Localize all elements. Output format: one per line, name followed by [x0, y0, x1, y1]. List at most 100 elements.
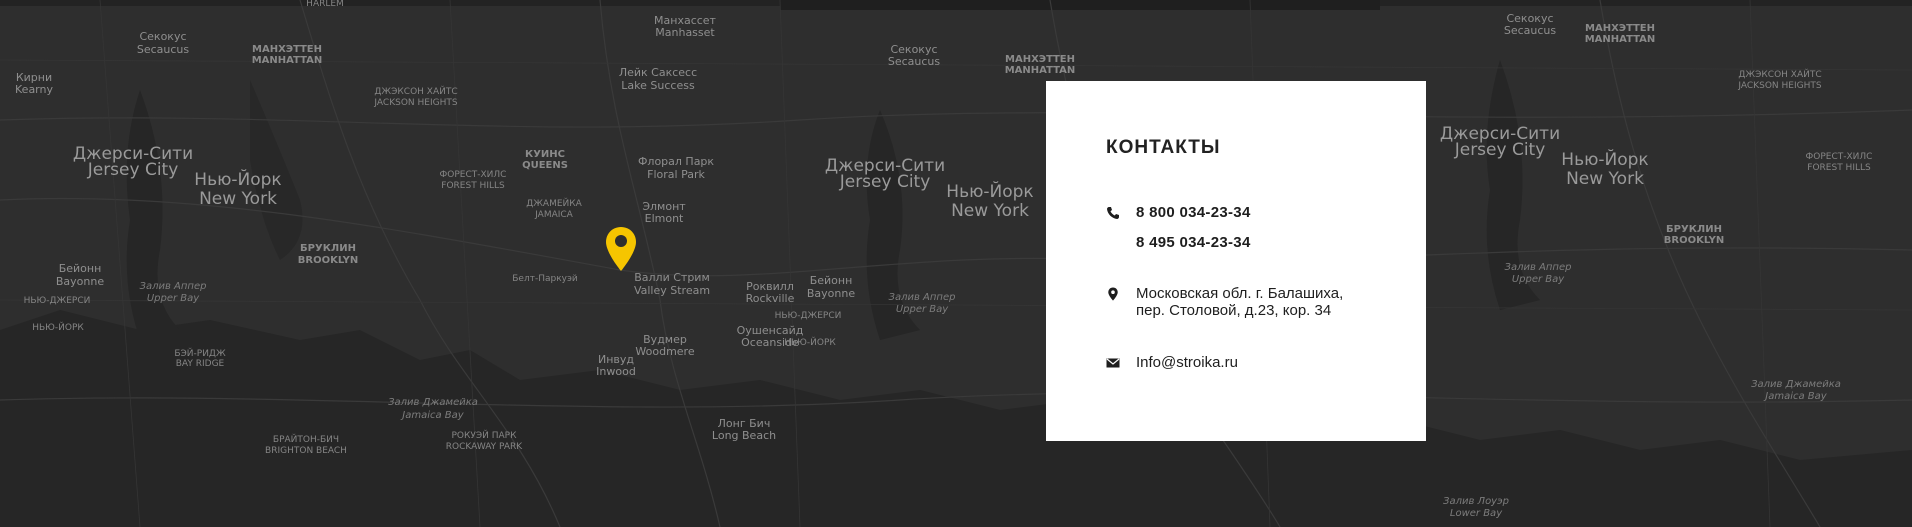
- map-label: FOREST HILLS: [441, 181, 505, 191]
- contacts-title: КОНТАКТЫ: [1106, 137, 1221, 158]
- map-label: Kearny: [15, 83, 53, 96]
- map-label: Залив Лоуэр: [1443, 496, 1509, 507]
- map-label: Манхассет: [654, 14, 716, 27]
- phone-icon: [1107, 207, 1119, 219]
- map-label: Нью-Йорк: [194, 170, 282, 190]
- map-label: Upper Bay: [146, 293, 200, 304]
- map-label: Bayonne: [55, 275, 105, 288]
- map-label: Jersey City: [839, 172, 931, 192]
- map-label: MANHATTAN: [1584, 34, 1656, 45]
- map-label: Lake Success: [621, 79, 695, 92]
- map-label: Оушенсайд: [736, 324, 804, 337]
- map-label: Valley Stream: [633, 284, 711, 297]
- map-label: BROOKLYN: [297, 255, 359, 266]
- map-label: НЬЮ-ЙОРК: [32, 323, 84, 333]
- map-label: НЬЮ-ЙОРК: [784, 338, 836, 348]
- map-label: Залив Джамейка: [388, 397, 478, 408]
- map-label: Inwood: [596, 365, 636, 378]
- map-label: Upper Bay: [895, 304, 949, 315]
- map-label: НЬЮ-ДЖЕРСИ: [774, 311, 842, 321]
- map-pin-icon: [1108, 287, 1118, 301]
- map-label: New York: [1566, 169, 1644, 189]
- map-label: Бейонн: [809, 274, 853, 287]
- map-label: Woodmere: [635, 345, 695, 358]
- map-label: ФОРЕСТ-ХИЛС: [1805, 152, 1873, 162]
- phone-row-1: 8 800 034-23-34: [1106, 204, 1251, 221]
- map-label: Валли Стрим: [634, 271, 710, 284]
- phone-row-2: 8 495 034-23-34: [1136, 234, 1251, 251]
- map-label: Lower Bay: [1449, 508, 1503, 519]
- map-label: Bayonne: [806, 287, 856, 300]
- map-label: QUEENS: [522, 160, 568, 171]
- map-label: ДЖЭКСОН ХАЙТС: [374, 87, 458, 97]
- map-label: Upper Bay: [1511, 274, 1565, 285]
- map-label: Jersey City: [87, 160, 179, 180]
- map-label: Elmont: [644, 212, 684, 225]
- map-label: Кирни: [15, 71, 53, 84]
- map-label: Залив Аппер: [1504, 262, 1572, 273]
- map-label: Jamaica Bay: [402, 410, 464, 421]
- map-label: Белт-Паркуэй: [512, 274, 578, 284]
- email-row: Info@stroika.ru: [1106, 354, 1238, 371]
- map-label: BROOKLYN: [1663, 235, 1725, 246]
- map-label: JACKSON HEIGHTS: [1738, 81, 1822, 91]
- map-label: РОКУЭЙ ПАРК: [451, 431, 517, 441]
- map-label: ROCKAWAY PARK: [445, 442, 523, 452]
- email-link[interactable]: Info@stroika.ru: [1136, 354, 1238, 371]
- map-label: New York: [199, 189, 277, 209]
- map-label: HARLEM: [306, 0, 344, 9]
- phone-link-2[interactable]: 8 495 034-23-34: [1136, 234, 1251, 251]
- map-label: Long Beach: [711, 429, 777, 442]
- map-label: Флорал Парк: [637, 155, 715, 168]
- map-label: Лейк Саксесс: [618, 66, 698, 79]
- phone-link-1[interactable]: 8 800 034-23-34: [1136, 204, 1251, 221]
- map-label: Floral Park: [647, 168, 705, 181]
- map-label: Нью-Йорк: [946, 182, 1034, 202]
- map-label: Jersey City: [1454, 140, 1546, 160]
- map-label: МАНХЭТТЕН: [1005, 54, 1075, 65]
- map-label: FOREST HILLS: [1807, 163, 1871, 173]
- map-label: Роквилл: [746, 280, 794, 293]
- map-label: Нью-Йорк: [1561, 150, 1649, 170]
- map-label: MANHATTAN: [251, 55, 323, 66]
- map-label: MANHATTAN: [1004, 65, 1076, 76]
- map-label: Секокус: [139, 30, 187, 43]
- map[interactable]: HARLEM Секокус Secaucus МАНХЭТТЕН MANHATTAN К…: [0, 0, 1912, 527]
- location-marker-icon[interactable]: [604, 226, 638, 272]
- map-label: ФОРЕСТ-ХИЛС: [439, 170, 507, 180]
- contacts-card: КОНТАКТЫ 8 800 034-23-34 8 495 034-23-34…: [1046, 81, 1426, 441]
- envelope-icon: [1106, 358, 1120, 368]
- map-label: БРАЙТОН-БИЧ: [272, 435, 340, 445]
- map-label: Secaucus: [136, 43, 190, 56]
- map-label: Залив Джамейка: [1751, 379, 1841, 390]
- map-label: Вудмер: [643, 333, 687, 346]
- map-label: МАНХЭТТЕН: [252, 44, 322, 55]
- map-label: JAMAICA: [535, 210, 573, 220]
- map-label: Secaucus: [887, 55, 941, 68]
- map-label: МАНХЭТТЕН: [1585, 23, 1655, 34]
- map-label: Manhasset: [655, 26, 715, 39]
- address-line-1: Московская обл. г. Балашиха,: [1136, 285, 1344, 302]
- map-label: Залив Аппер: [888, 292, 956, 303]
- address-line-2: пер. Столовой, д.23, кор. 34: [1136, 302, 1332, 319]
- map-label: Jamaica Bay: [1765, 391, 1827, 402]
- map-label: Секокус: [1506, 12, 1554, 25]
- map-label: New York: [951, 201, 1029, 221]
- map-label: Элмонт: [642, 200, 686, 213]
- map-label: КУИНС: [525, 149, 565, 160]
- map-label: БРУКЛИН: [1666, 224, 1722, 235]
- map-label: ДЖАМЕЙКА: [526, 199, 582, 209]
- map-label: Лонг Бич: [717, 417, 771, 430]
- map-label: Инвуд: [597, 353, 635, 366]
- map-label: Залив Аппер: [139, 281, 207, 292]
- map-label: Секокус: [890, 43, 938, 56]
- map-label: НЬЮ-ДЖЕРСИ: [23, 296, 91, 306]
- address-text: Московская обл. г. Балашиха, пер. Столов…: [1136, 285, 1343, 319]
- map-label: BAY RIDGE: [175, 359, 225, 369]
- map-label: BRIGHTON BEACH: [265, 446, 347, 456]
- map-label: Бейонн: [58, 262, 102, 275]
- map-label: Rockville: [745, 292, 795, 305]
- map-label: БРУКЛИН: [300, 243, 356, 254]
- map-label: Secaucus: [1503, 24, 1557, 37]
- map-label: JACKSON HEIGHTS: [374, 98, 458, 108]
